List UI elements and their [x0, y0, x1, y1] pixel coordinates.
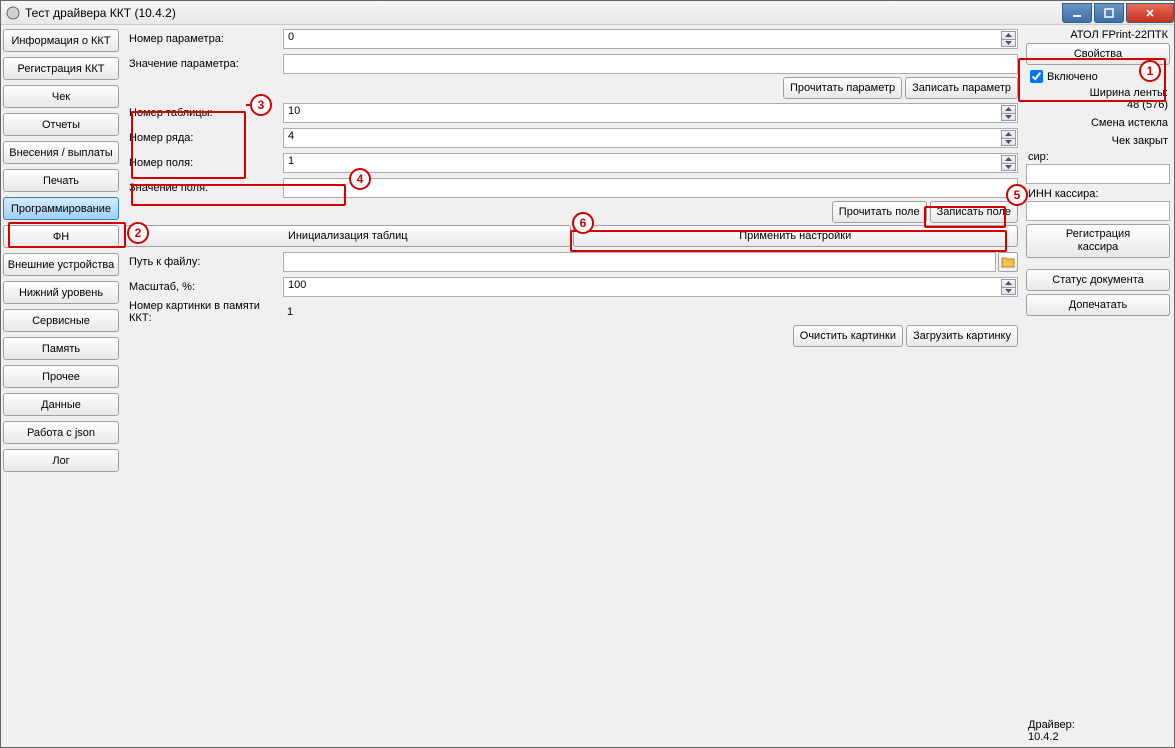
- table-number-label: Номер таблицы:: [125, 107, 283, 119]
- sidebar-item-register-kkt[interactable]: Регистрация ККТ: [3, 57, 119, 80]
- sidebar-item-external-dev[interactable]: Внешние устройства: [3, 253, 119, 276]
- driver-label: Драйвер:: [1028, 719, 1168, 731]
- shift-status: Смена истекла: [1026, 115, 1170, 129]
- inn-label: ИНН кассира:: [1026, 188, 1170, 200]
- browse-folder-button[interactable]: [998, 252, 1018, 272]
- enabled-label: Включено: [1047, 71, 1098, 83]
- spin-down-icon[interactable]: [1001, 40, 1016, 48]
- close-button[interactable]: [1126, 3, 1174, 23]
- spin-up-icon[interactable]: [1001, 155, 1016, 164]
- ribbon-width-value: 48 (576): [1026, 99, 1168, 111]
- doc-status-button[interactable]: Статус документа: [1026, 269, 1170, 291]
- enabled-checkbox[interactable]: [1030, 70, 1043, 83]
- img-num-label: Номер картинки в памяти ККТ:: [125, 300, 283, 324]
- sidebar-item-service[interactable]: Сервисные: [3, 309, 119, 332]
- properties-button[interactable]: Свойства: [1026, 43, 1170, 65]
- center-pane: Номер параметра: 0 Значение параметра: П…: [121, 25, 1022, 747]
- spin-up-icon[interactable]: [1001, 130, 1016, 139]
- sidebar-right: АТОЛ FPrint-22ПТК Свойства Включено Шири…: [1022, 25, 1174, 747]
- spin-up-icon[interactable]: [1001, 105, 1016, 114]
- sidebar-item-log[interactable]: Лог: [3, 449, 119, 472]
- sidebar-item-deposits[interactable]: Внесения / выплаты: [3, 141, 119, 164]
- sidebar-item-receipt[interactable]: Чек: [3, 85, 119, 108]
- param-number-label: Номер параметра:: [125, 33, 283, 45]
- device-name: АТОЛ FPrint-22ПТК: [1026, 27, 1170, 43]
- field-number-label: Номер поля:: [125, 157, 283, 169]
- sidebar-item-memory[interactable]: Память: [3, 337, 119, 360]
- minimize-button[interactable]: [1062, 3, 1092, 23]
- field-value-label: Значение поля:: [125, 182, 283, 194]
- spin-down-icon[interactable]: [1001, 139, 1016, 147]
- sidebar-item-other[interactable]: Прочее: [3, 365, 119, 388]
- param-value-label: Значение параметра:: [125, 58, 283, 70]
- scale-input[interactable]: 100: [283, 277, 1018, 297]
- titlebar: Тест драйвера ККТ (10.4.2): [1, 1, 1174, 25]
- sidebar-item-fn[interactable]: ФН: [3, 225, 119, 248]
- param-number-input[interactable]: 0: [283, 29, 1018, 49]
- apply-settings-button[interactable]: Применить настройки: [573, 225, 1019, 247]
- sidebar-left: Информация о ККТ Регистрация ККТ Чек Отч…: [1, 25, 121, 747]
- field-number-input[interactable]: 1: [283, 153, 1018, 173]
- cashier-label: сир:: [1026, 151, 1170, 163]
- cashier-input[interactable]: [1026, 164, 1170, 184]
- scale-label: Масштаб, %:: [125, 281, 283, 293]
- load-image-button[interactable]: Загрузить картинку: [906, 325, 1018, 347]
- row-number-label: Номер ряда:: [125, 132, 283, 144]
- init-tables-button[interactable]: Инициализация таблиц: [125, 225, 571, 247]
- sidebar-item-reports[interactable]: Отчеты: [3, 113, 119, 136]
- register-cashier-button[interactable]: Регистрация кассира: [1026, 224, 1170, 258]
- sidebar-item-json[interactable]: Работа с json: [3, 421, 119, 444]
- sidebar-item-programming[interactable]: Программирование: [3, 197, 119, 220]
- spin-up-icon[interactable]: [1001, 279, 1016, 288]
- path-input[interactable]: [283, 252, 996, 272]
- sidebar-item-data[interactable]: Данные: [3, 393, 119, 416]
- driver-version: 10.4.2: [1028, 731, 1168, 743]
- window-title: Тест драйвера ККТ (10.4.2): [25, 6, 1060, 20]
- spin-down-icon[interactable]: [1001, 164, 1016, 172]
- read-param-button[interactable]: Прочитать параметр: [783, 77, 902, 99]
- path-label: Путь к файлу:: [125, 256, 283, 268]
- sidebar-item-print[interactable]: Печать: [3, 169, 119, 192]
- clear-images-button[interactable]: Очистить картинки: [793, 325, 903, 347]
- reprint-button[interactable]: Допечатать: [1026, 294, 1170, 316]
- write-field-button[interactable]: Записать поле: [930, 201, 1018, 223]
- read-field-button[interactable]: Прочитать поле: [832, 201, 927, 223]
- spin-down-icon[interactable]: [1001, 114, 1016, 122]
- write-param-button[interactable]: Записать параметр: [905, 77, 1018, 99]
- img-num-value: 1: [283, 306, 293, 318]
- spin-up-icon[interactable]: [1001, 31, 1016, 40]
- app-icon: [5, 5, 21, 21]
- ribbon-width-label: Ширина ленты:: [1026, 87, 1168, 99]
- table-number-input[interactable]: 10: [283, 103, 1018, 123]
- row-number-input[interactable]: 4: [283, 128, 1018, 148]
- maximize-button[interactable]: [1094, 3, 1124, 23]
- sidebar-item-low-level[interactable]: Нижний уровень: [3, 281, 119, 304]
- inn-input[interactable]: [1026, 201, 1170, 221]
- field-value-input[interactable]: [283, 178, 1018, 198]
- receipt-status: Чек закрыт: [1026, 133, 1170, 147]
- sidebar-item-info-kkt[interactable]: Информация о ККТ: [3, 29, 119, 52]
- spin-down-icon[interactable]: [1001, 288, 1016, 296]
- param-value-input[interactable]: [283, 54, 1018, 74]
